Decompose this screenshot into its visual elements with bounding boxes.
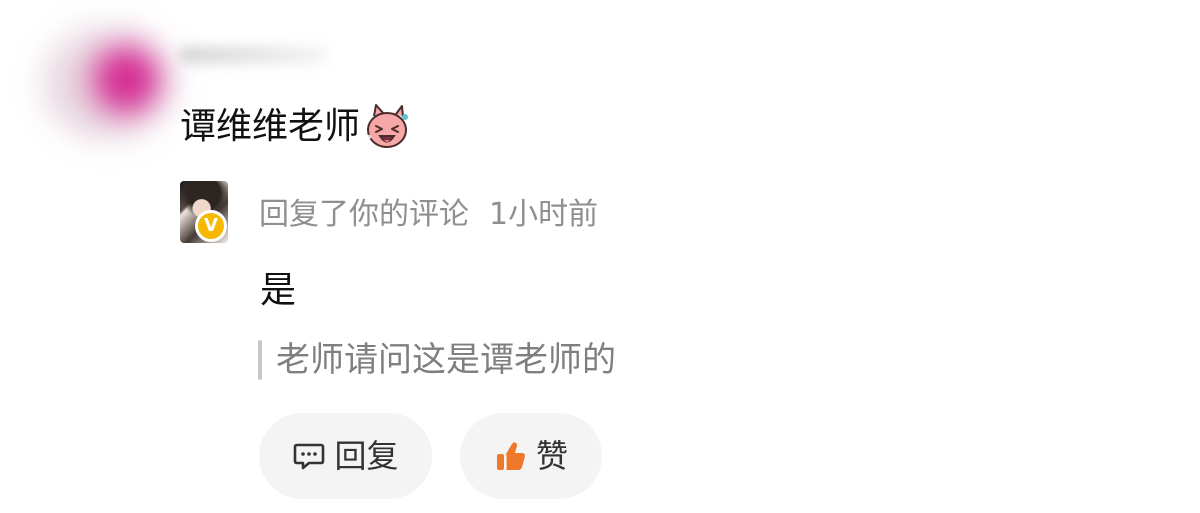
reply-button[interactable]: 回复 [259, 413, 432, 499]
main-comment: 谭维维老师 [180, 97, 412, 157]
quoted-comment[interactable]: 老师请问这是谭老师的 [258, 338, 628, 382]
like-button[interactable]: 赞 [460, 413, 602, 499]
like-button-label: 赞 [535, 437, 568, 475]
main-comment-text: 谭维维老师 [180, 106, 361, 147]
reply-button-label: 回复 [334, 437, 399, 475]
quote-bar [258, 340, 262, 380]
replier-avatar[interactable]: V [180, 181, 232, 243]
reply-action-text: 回复了你的评论 [259, 197, 469, 232]
reply-time: 1小时前 [489, 197, 599, 232]
reply-content: 是 [260, 270, 297, 311]
verified-badge-icon: V [195, 210, 227, 242]
reply-meta: 回复了你的评论 1小时前 [259, 200, 598, 230]
commenter-avatar-blurred[interactable] [40, 22, 180, 142]
thumbs-up-icon [496, 442, 525, 470]
quoted-comment-text: 老师请问这是谭老师的 [276, 340, 616, 380]
commenter-name-blurred[interactable] [178, 46, 328, 64]
comment-bubble-icon [294, 443, 325, 470]
laughing-cat-emoji-icon [366, 104, 409, 148]
